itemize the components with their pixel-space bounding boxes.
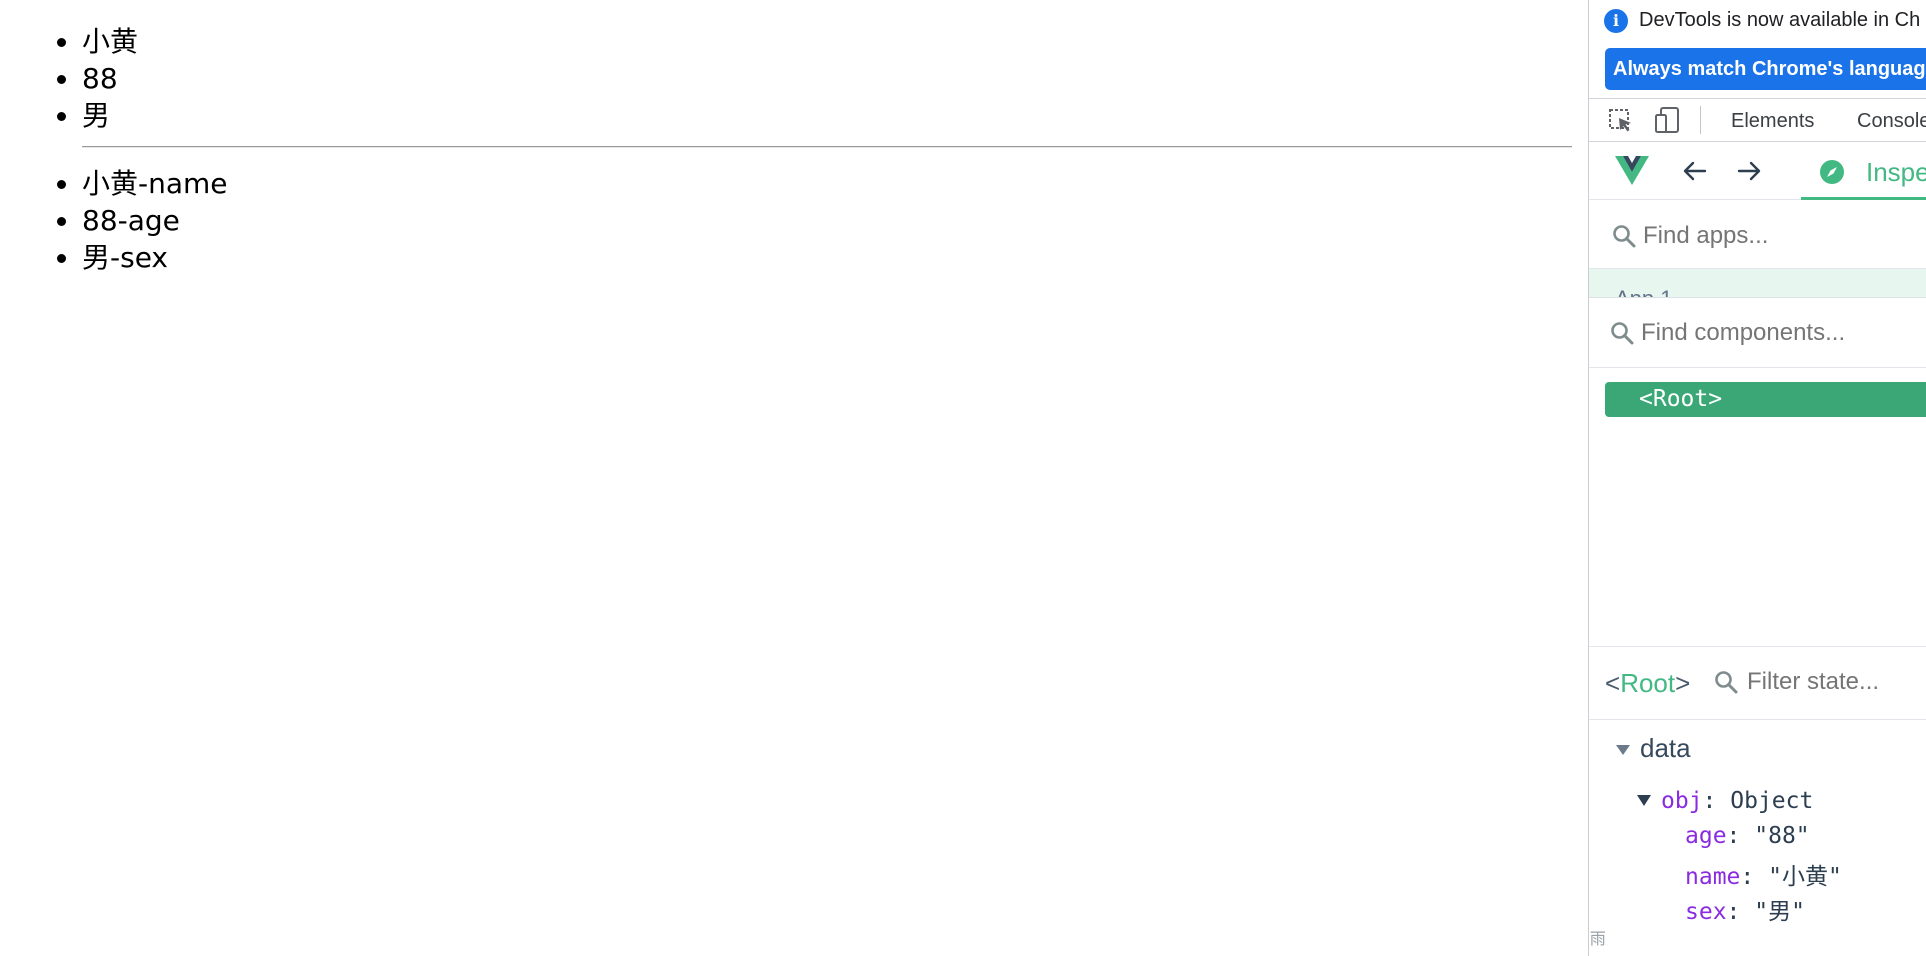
caret-down-icon[interactable] [1616,745,1630,755]
find-apps-input[interactable] [1643,220,1926,252]
component-name: Root [1620,668,1676,698]
divider [1589,719,1926,720]
page-content: 小黄 88 男 小黄-name 88-age 男-sex [0,0,1588,956]
data-section-label[interactable]: data [1640,733,1691,764]
forward-arrow-icon[interactable] [1735,157,1763,185]
info-icon: i [1604,9,1628,33]
state-colon: : [1702,788,1731,814]
value-key-list: 小黄-name 88-age 男-sex [57,165,228,276]
state-key: age [1685,823,1727,849]
search-icon [1713,669,1739,695]
devtools-panel: i DevTools is now available in Ch Always… [1588,0,1926,956]
list-item: 男-sex [57,239,228,276]
find-components-input[interactable] [1641,317,1926,349]
state-key: name [1685,864,1741,890]
state-row-obj[interactable]: obj: Object [1661,788,1813,814]
state-row-name[interactable]: name: "小黄" [1685,857,1842,891]
state-row-sex[interactable]: sex: "男" [1685,892,1805,926]
match-language-button[interactable]: Always match Chrome's language [1605,48,1926,90]
tab-console[interactable]: Console [1857,110,1926,133]
bracket-open: < [1605,668,1621,698]
search-icon [1611,223,1637,249]
watermark: CSDN @瓢彭大雨 [1589,929,1606,948]
state-colon: : [1726,823,1755,849]
state-key: obj [1661,788,1703,814]
caret-down-icon[interactable] [1637,795,1651,806]
back-arrow-icon[interactable] [1681,157,1709,185]
object-values-list: 小黄 88 男 [56,23,139,134]
list-item: 小黄-name [57,167,228,200]
device-toolbar-icon[interactable] [1653,105,1683,135]
toolbar-divider [1700,106,1701,134]
compass-icon [1819,159,1845,185]
list-item: 88-age [57,202,228,239]
state-value: "小黄" [1768,864,1842,890]
selected-component-name: <Root> [1605,668,1690,699]
bracket-close: > [1675,668,1691,698]
vue-logo-icon [1615,154,1649,186]
state-value: Object [1730,788,1814,814]
state-key: sex [1685,899,1727,925]
divider [1589,367,1926,368]
list-item: 88 [56,60,138,97]
list-item: 小黄 [56,25,139,58]
state-colon: : [1740,864,1769,890]
list-item: 男 [56,97,138,134]
filter-state-input[interactable] [1747,666,1926,698]
state-value: "88" [1754,823,1810,849]
search-icon [1609,320,1635,346]
tab-elements[interactable]: Elements [1731,110,1814,133]
horizontal-rule [82,146,1572,148]
component-tree-root[interactable]: <Root> [1605,382,1926,417]
divider [1589,297,1926,298]
inspect-element-icon[interactable] [1607,107,1635,135]
info-text: DevTools is now available in Ch [1639,9,1921,31]
inspector-tab-label: Inspe [1866,157,1926,187]
state-row-age[interactable]: age: "88" [1685,823,1810,849]
state-colon: : [1726,899,1755,925]
state-value: "男" [1754,899,1805,925]
app-list-item-label: App 1 [1615,289,1673,297]
